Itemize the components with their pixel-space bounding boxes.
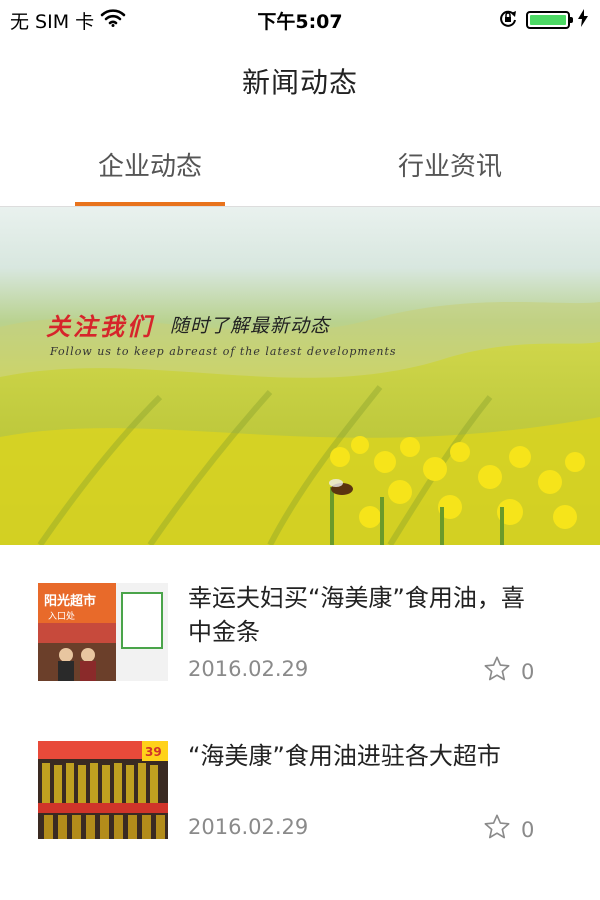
news-item[interactable]: 39 “海美康”食用油进驻各大超市 2016.02.29 0 [0,741,600,899]
banner-subtitle: 随时了解最新动态 [170,315,331,337]
news-thumbnail: 阳光超市 入口处 [38,583,168,681]
tab-label: 行业资讯 [397,151,502,182]
charging-icon [578,8,588,32]
news-title[interactable]: 幸运夫妇买“海美康”食用油，喜中金条 [188,581,533,649]
thumb-sign-text: 阳光超市 [44,593,96,609]
news-list: 阳光超市 入口处 幸运夫妇买“海美康”食用油，喜中金条 2016.02.29 0 [0,545,600,899]
thumb-price-text: 39 [145,745,162,759]
rapeseed-field-illustration [0,302,600,545]
status-left: 无 SIM 卡 [0,7,126,34]
battery-fill [530,15,566,25]
tab-company-news[interactable]: 企业动态 [0,122,300,206]
status-right [498,8,600,33]
news-title[interactable]: “海美康”食用油进驻各大超市 [188,739,533,773]
banner-image[interactable]: 关注我们 随时了解最新动态 Follow us to keep abreast … [0,207,600,545]
wifi-icon [100,8,126,32]
star-icon [483,655,511,688]
tab-bar: 企业动态 行业资讯 [0,122,600,207]
star-icon [483,813,511,846]
nav-bar: 新闻动态 [0,40,600,122]
rotation-lock-icon [498,8,518,33]
favorite-button[interactable]: 0 [483,655,534,688]
news-date: 2016.02.29 [188,815,309,839]
thumb-sign-subtext: 入口处 [48,610,75,622]
news-item[interactable]: 阳光超市 入口处 幸运夫妇买“海美康”食用油，喜中金条 2016.02.29 0 [0,583,600,741]
tab-label: 企业动态 [97,151,202,182]
status-bar: 无 SIM 卡 下午5:07 [0,0,600,40]
favorite-count: 0 [521,817,535,842]
app-screen: 无 SIM 卡 下午5:07 新闻动态 企业动态 行业资讯 关注我们 随时了解最… [0,0,600,900]
banner-english: Follow us to keep abreast of the latest … [50,345,397,358]
tab-industry-news[interactable]: 行业资讯 [300,122,600,206]
favorite-count: 0 [521,659,535,684]
news-date: 2016.02.29 [188,657,309,681]
banner-title: 关注我们 [46,312,154,341]
active-tab-indicator [75,202,225,206]
news-thumbnail: 39 [38,741,168,839]
page-title: 新闻动态 [241,66,358,99]
battery-icon [526,11,573,29]
favorite-button[interactable]: 0 [483,813,534,846]
carrier-label: 无 SIM 卡 [10,10,95,33]
